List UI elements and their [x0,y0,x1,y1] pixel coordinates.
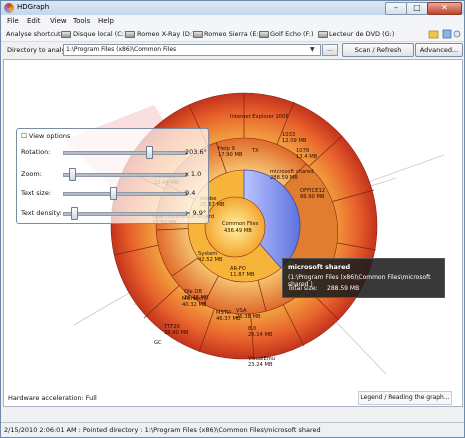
print-icon[interactable] [453,30,461,38]
menu-edit[interactable]: Edit [27,17,41,25]
hardware-acceleration-label: Hardware acceleration: Full [8,394,97,402]
tooltip-size-label: Total size: [288,285,318,292]
menu-help[interactable]: Help [98,17,114,25]
segment-size-label: 38.90 MB [164,330,189,336]
drive-shortcut-d[interactable]: Romeo X-Ray (D:) [137,30,195,38]
segment-size-label: 86.90 MB [300,194,325,200]
segment-size-label: 40.32 MB [182,302,207,308]
status-text: 2/15/2010 2:06:01 AM : Pointed directory… [4,426,321,434]
browse-button[interactable]: ... [322,44,338,56]
text-density-slider-thumb[interactable] [70,207,78,220]
zoom-row: Zoom: x 1.0 [17,167,208,181]
menu-view[interactable]: View [50,17,67,25]
scan-refresh-button[interactable]: Scan / Refresh [342,43,414,57]
shortcuts-label: Analyse shortcuts: [6,30,67,38]
dvd-drive-icon [318,31,328,38]
drive-shortcut-e[interactable]: Romeo Sierra (E:) [204,30,261,38]
drive-icon [193,31,203,38]
rotation-value: 203.6° [185,148,207,156]
menu-bar: File Edit View Tools Help [1,15,464,27]
text-density-value: > 9.9° [185,209,207,217]
drive-icon [125,31,135,38]
drive-icon [259,31,269,38]
segment-size-label: 28.48 MB [184,295,209,301]
sunburst-chart[interactable]: microsoft shared288.59 MBSystem42.52 MBW… [4,60,462,406]
segment-size-label: 288.59 MB [270,175,298,181]
center-size-label: 436.49 MB [224,228,252,234]
drive-shortcut-c[interactable]: Disque local (C:) [73,30,127,38]
segment-label: TX [251,148,259,154]
toolbar-icons [428,29,461,39]
segment-size-label: 13.4 MB [296,154,318,160]
segment-size-label: 42.52 MB [198,257,223,263]
text-density-row: Text density: > 9.9° [17,206,208,220]
maximize-button[interactable]: □ [406,2,428,15]
segment-size-label: 12.09 MB [282,138,307,144]
path-bar: Directory to analyze : 1:\Program Files … [1,42,464,58]
status-bar: 2/15/2010 2:06:01 AM : Pointed directory… [1,422,464,437]
legend-button[interactable]: Legend / Reading the graph... [358,391,452,405]
center-label: Common Files [222,221,259,227]
view-options-toggle[interactable]: ☐ View options [21,132,70,140]
menu-tools[interactable]: Tools [73,17,90,25]
zoom-slider[interactable] [63,168,187,181]
open-folder-icon[interactable] [428,30,439,39]
tooltip-size: 288.59 MB [327,285,360,292]
text-size-slider-thumb[interactable] [109,187,117,200]
zoom-slider-thumb[interactable] [68,168,76,181]
zoom-value: x 1.0 [185,170,202,178]
rotation-label: Rotation: [21,148,51,156]
rotation-row: Rotation: 203.6° [17,145,208,159]
view-options-panel: ☐ View options Rotation: 203.6° Zoom: x … [16,128,209,224]
text-size-label: Text size: [21,189,52,197]
text-density-slider[interactable] [63,207,187,220]
advanced-button[interactable]: Advanced... [415,43,463,57]
segment-size-label: 11.87 MB [230,272,255,278]
save-icon[interactable] [442,29,452,39]
app-window: HDGraph – □ ✕ File Edit View Tools Help … [0,0,465,438]
zoom-label: Zoom: [21,170,42,178]
segment-size-label: 17.90 MB [218,152,243,158]
title-bar: HDGraph – □ ✕ [1,1,464,15]
segment-tooltip: microsoft shared (1:\Program Files (x86)… [282,258,445,298]
sunburst-canvas[interactable]: microsoft shared288.59 MBSystem42.52 MBW… [3,59,463,407]
drive-icon [61,31,71,38]
text-density-label: Text density: [21,209,62,217]
window-title: HDGraph [17,3,50,11]
rotation-slider-thumb[interactable] [146,146,154,159]
menu-file[interactable]: File [7,17,19,25]
app-logo-icon [4,3,14,13]
drive-shortcut-g[interactable]: Lecteur de DVD (G:) [329,30,394,38]
close-button[interactable]: ✕ [427,2,462,15]
text-size-value: 9.4 [185,189,196,197]
rotation-slider[interactable] [63,146,187,159]
segment-label: GC [154,340,162,346]
segment-size-label: 26.14 MB [248,332,273,338]
segment-size-label: 46.37 MB [216,316,241,322]
minimize-button[interactable]: – [385,2,407,15]
drive-shortcuts-bar: Analyse shortcuts: Disque local (C:) Rom… [1,27,464,42]
text-size-row: Text size: 9.4 [17,186,208,200]
directory-input[interactable]: 1:\Program Files (x86)\Common Files [63,44,321,56]
segment-label: Internet Explorer 2006 [230,114,289,120]
tooltip-name: microsoft shared [288,263,351,271]
text-size-slider[interactable] [63,187,187,200]
view-options-title: View options [28,132,71,140]
chevron-down-icon[interactable]: ▼ [310,46,315,53]
drive-shortcut-f[interactable]: Golf Echo (F:) [270,30,314,38]
segment-size-label: 23.24 MB [248,362,273,368]
